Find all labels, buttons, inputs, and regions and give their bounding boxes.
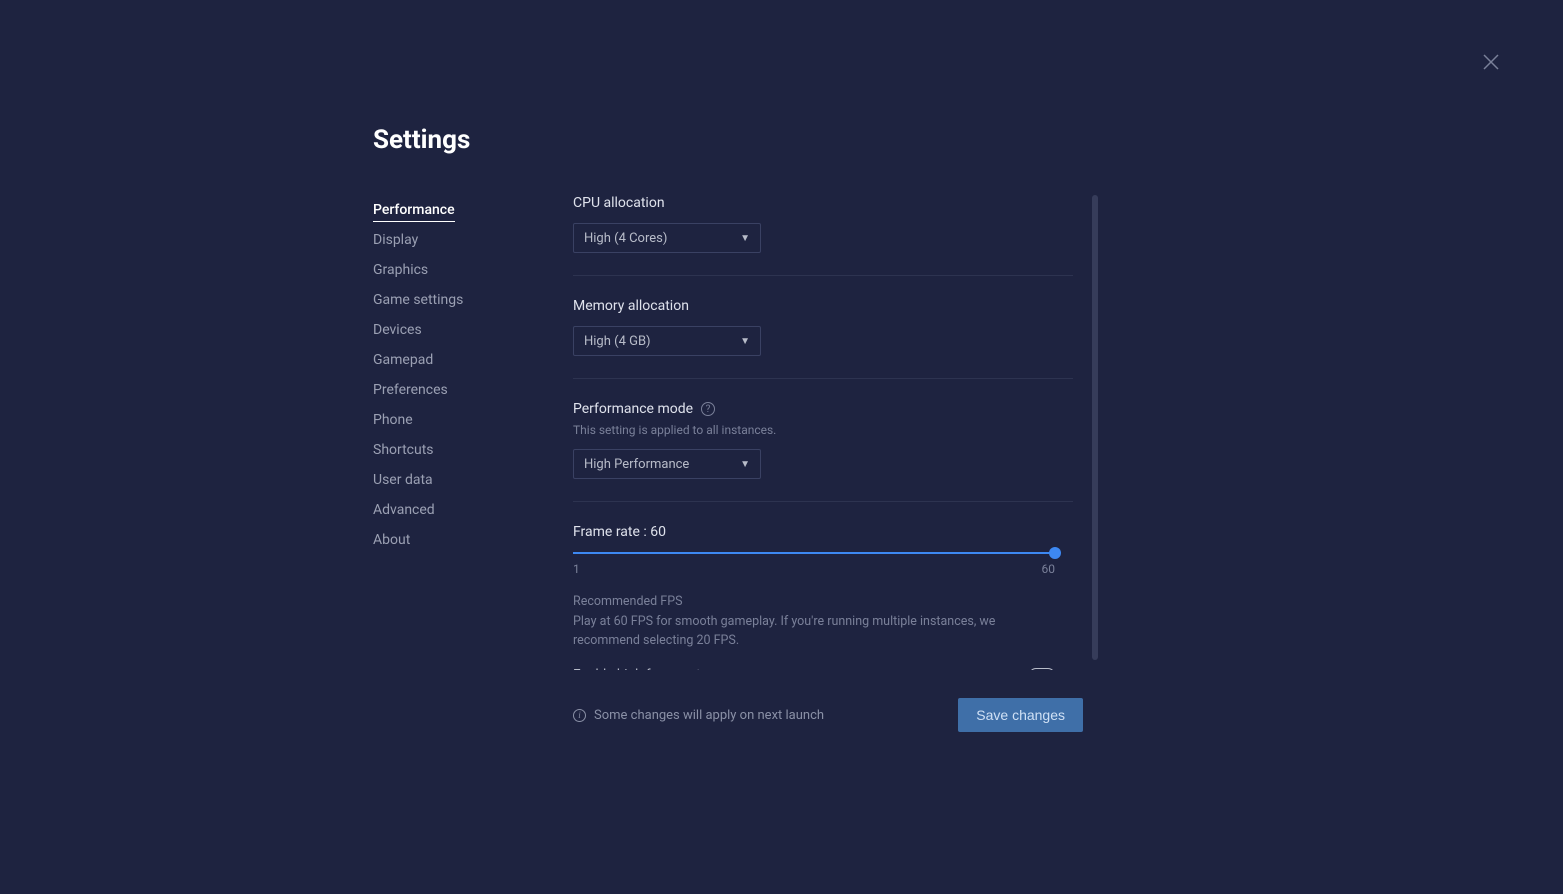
frame-rate-slider[interactable] [573,552,1055,554]
memory-allocation-select[interactable]: High (4 GB) ▼ [573,326,761,356]
sidebar-item-user-data[interactable]: User data [373,465,573,495]
close-button[interactable] [1479,50,1503,74]
memory-allocation-label: Memory allocation [573,298,1073,314]
sidebar-item-graphics[interactable]: Graphics [373,255,573,285]
sidebar-item-advanced[interactable]: Advanced [373,495,573,525]
enable-high-frame-rate-label: Enable high frame rate [573,667,708,671]
performance-mode-select[interactable]: High Performance ▼ [573,449,761,479]
performance-mode-label: Performance mode ? [573,401,1073,417]
caret-down-icon: ▼ [740,459,750,470]
enable-high-frame-rate-row: Enable high frame rate [573,667,1055,671]
sidebar-item-gamepad[interactable]: Gamepad [373,345,573,375]
recommended-fps-text: Play at 60 FPS for smooth gameplay. If y… [573,613,1055,651]
slider-min: 1 [573,562,580,576]
save-changes-button[interactable]: Save changes [958,698,1083,732]
scrollbar[interactable] [1092,195,1098,660]
help-icon[interactable]: ? [701,402,715,416]
sidebar-item-performance[interactable]: Performance [373,195,573,225]
performance-mode-section: Performance mode ? This setting is appli… [573,401,1073,502]
cpu-allocation-label: CPU allocation [573,195,1073,211]
sidebar-item-about[interactable]: About [373,525,573,555]
cpu-allocation-value: High (4 Cores) [584,231,667,246]
frame-rate-section: Frame rate : 60 1 60 Recommended FPS Pla… [573,524,1073,670]
performance-mode-sublabel: This setting is applied to all instances… [573,423,1073,437]
footer-note: i Some changes will apply on next launch [573,708,824,723]
performance-mode-value: High Performance [584,457,689,472]
recommended-fps-title: Recommended FPS [573,594,1073,609]
memory-allocation-value: High (4 GB) [584,334,651,349]
slider-max: 60 [1042,562,1056,576]
frame-rate-label: Frame rate : 60 [573,524,1073,540]
cpu-allocation-select[interactable]: High (4 Cores) ▼ [573,223,761,253]
memory-allocation-section: Memory allocation High (4 GB) ▼ [573,298,1073,379]
page-title: Settings [373,125,1093,155]
sidebar-item-phone[interactable]: Phone [373,405,573,435]
sidebar-item-game-settings[interactable]: Game settings [373,285,573,315]
sidebar-item-display[interactable]: Display [373,225,573,255]
footer: i Some changes will apply on next launch… [573,698,1083,732]
close-icon [1479,50,1503,74]
slider-track [573,552,1055,554]
sidebar-item-devices[interactable]: Devices [373,315,573,345]
sidebar-item-preferences[interactable]: Preferences [373,375,573,405]
sidebar-item-shortcuts[interactable]: Shortcuts [373,435,573,465]
enable-high-frame-rate-toggle[interactable] [1029,668,1055,671]
cpu-allocation-section: CPU allocation High (4 Cores) ▼ [573,195,1073,276]
info-icon: i [573,709,586,722]
caret-down-icon: ▼ [740,233,750,244]
sidebar: Performance Display Graphics Game settin… [373,195,573,732]
caret-down-icon: ▼ [740,336,750,347]
slider-thumb[interactable] [1049,547,1061,559]
